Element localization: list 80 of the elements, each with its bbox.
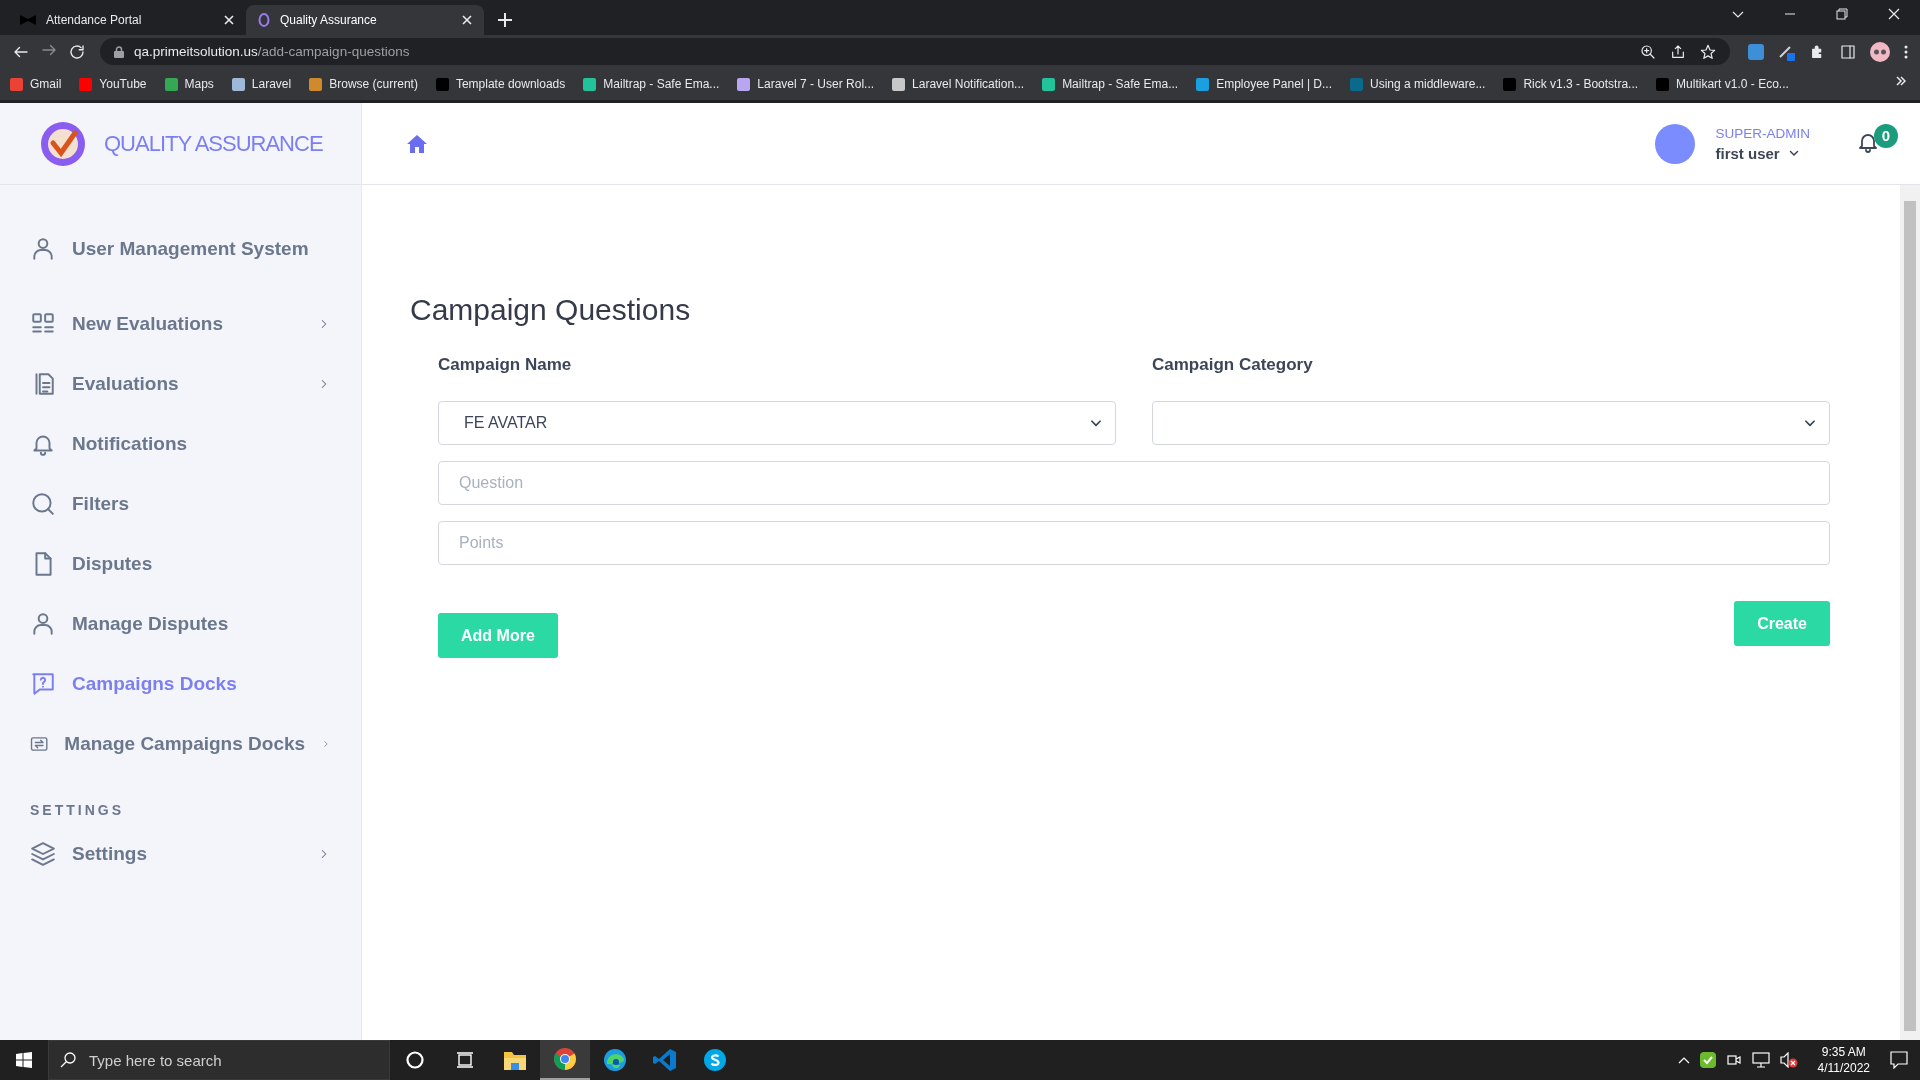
sidebar-item[interactable]: Settings xyxy=(0,824,361,884)
browser-tab[interactable]: Quality Assurance xyxy=(246,5,484,35)
sidebar-item[interactable]: New Evaluations xyxy=(0,294,361,354)
sidebar-item[interactable]: User Management System xyxy=(0,219,361,279)
bookmark[interactable]: Laravel 7 - User Rol... xyxy=(737,77,875,91)
page-title: Campaign Questions xyxy=(410,293,692,327)
browser-tab[interactable]: Attendance Portal xyxy=(8,5,246,35)
avatar xyxy=(1655,123,1696,164)
extension-icon[interactable] xyxy=(1748,43,1764,60)
reload-icon xyxy=(68,42,86,61)
double-chevron-icon[interactable] xyxy=(1896,76,1906,86)
restore-icon[interactable] xyxy=(1836,8,1848,20)
close-icon[interactable] xyxy=(224,15,234,25)
profile-icon[interactable] xyxy=(1870,41,1890,62)
bookmark[interactable]: Using a middleware... xyxy=(1350,77,1486,91)
star-icon xyxy=(1700,43,1716,60)
sidebar-item[interactable]: Manage Disputes xyxy=(0,594,361,654)
user-role: SUPER-ADMIN xyxy=(1715,125,1810,141)
bookmark[interactable]: Browse (current) xyxy=(309,77,418,91)
sidebar-item[interactable]: Manage Campaigns Docks xyxy=(0,714,361,774)
search-icon xyxy=(30,491,56,517)
camera-icon[interactable] xyxy=(1725,1052,1742,1068)
user-icon xyxy=(30,236,56,262)
home-icon[interactable] xyxy=(407,134,427,153)
address-bar[interactable]: qa.primeitsolution.us/add-campaign-questions xyxy=(100,38,1730,65)
circle-icon[interactable] xyxy=(405,1050,425,1070)
bookmark[interactable]: Template downloads xyxy=(435,77,566,91)
bookmark[interactable]: Laravel xyxy=(231,77,292,91)
muted-speaker-icon[interactable] xyxy=(1779,1052,1798,1068)
bookmark[interactable]: Gmail xyxy=(10,77,62,91)
close-icon[interactable] xyxy=(1888,8,1900,20)
more-icon[interactable] xyxy=(1904,44,1908,59)
sidebar-item[interactable]: Disputes xyxy=(0,534,361,594)
field-label: Campaign Name xyxy=(438,355,573,375)
field-label: Campaign Category xyxy=(1152,355,1314,375)
points-field[interactable]: Points xyxy=(438,521,1830,565)
question-chat-icon xyxy=(30,671,56,697)
skype-icon[interactable] xyxy=(703,1048,727,1072)
share-icon xyxy=(1670,43,1686,60)
plus-icon[interactable] xyxy=(498,13,512,27)
bookmark[interactable]: Rick v1.3 - Bootstra... xyxy=(1503,77,1639,91)
folder-icon[interactable] xyxy=(503,1049,527,1071)
shield-check-icon[interactable] xyxy=(1699,1052,1716,1068)
bookmark[interactable]: Maps xyxy=(164,77,214,91)
windows-icon[interactable] xyxy=(16,1052,32,1068)
scrollbar[interactable] xyxy=(1900,185,1920,1040)
chrome-icon[interactable] xyxy=(553,1047,577,1071)
section-title: SETTINGS xyxy=(30,802,125,818)
lock-icon xyxy=(114,45,124,58)
logo-icon xyxy=(258,13,270,27)
zoom-icon xyxy=(1640,43,1656,60)
taskbar-search-field[interactable]: Type here to search xyxy=(48,1040,390,1080)
side-panel-icon xyxy=(1840,43,1856,60)
clock-date[interactable]: 4/11/2022 xyxy=(1817,1060,1870,1076)
edge-icon[interactable] xyxy=(603,1048,627,1072)
question-field[interactable]: Question xyxy=(438,461,1830,505)
bookmark[interactable]: Multikart v1.0 - Eco... xyxy=(1656,77,1789,91)
bookmark[interactable]: Laravel Notification... xyxy=(892,77,1025,91)
sidebar-item[interactable]: Filters xyxy=(0,474,361,534)
user-menu[interactable]: first user xyxy=(1715,144,1810,162)
chevron-up-icon[interactable] xyxy=(1677,1056,1690,1064)
close-icon[interactable] xyxy=(462,15,472,25)
sidebar-item[interactable]: Evaluations xyxy=(0,354,361,414)
code-editor-icon[interactable] xyxy=(653,1048,677,1072)
notification-badge: 0 xyxy=(1874,123,1898,148)
clock-time[interactable]: 9:35 AM xyxy=(1821,1044,1866,1060)
bookmark[interactable]: Mailtrap - Safe Ema... xyxy=(1042,77,1179,91)
bookmark[interactable]: YouTube xyxy=(79,77,147,91)
user-icon xyxy=(30,611,56,637)
bowtie-icon xyxy=(20,15,36,25)
bookmark[interactable]: Employee Panel | D... xyxy=(1196,77,1332,91)
layers-icon xyxy=(30,841,56,867)
brand-name: QUALITY ASSURANCE xyxy=(104,130,323,157)
task-view-icon[interactable] xyxy=(455,1050,475,1070)
notification-center-icon[interactable] xyxy=(1890,1051,1908,1069)
bookmark[interactable]: Mailtrap - Safe Ema... xyxy=(583,77,720,91)
checkmark-logo-icon xyxy=(40,120,86,167)
sidebar-item[interactable]: Notifications xyxy=(0,414,361,474)
campaign-name-select[interactable]: FE AVATAR xyxy=(438,401,1116,445)
network-icon[interactable] xyxy=(1751,1052,1770,1068)
